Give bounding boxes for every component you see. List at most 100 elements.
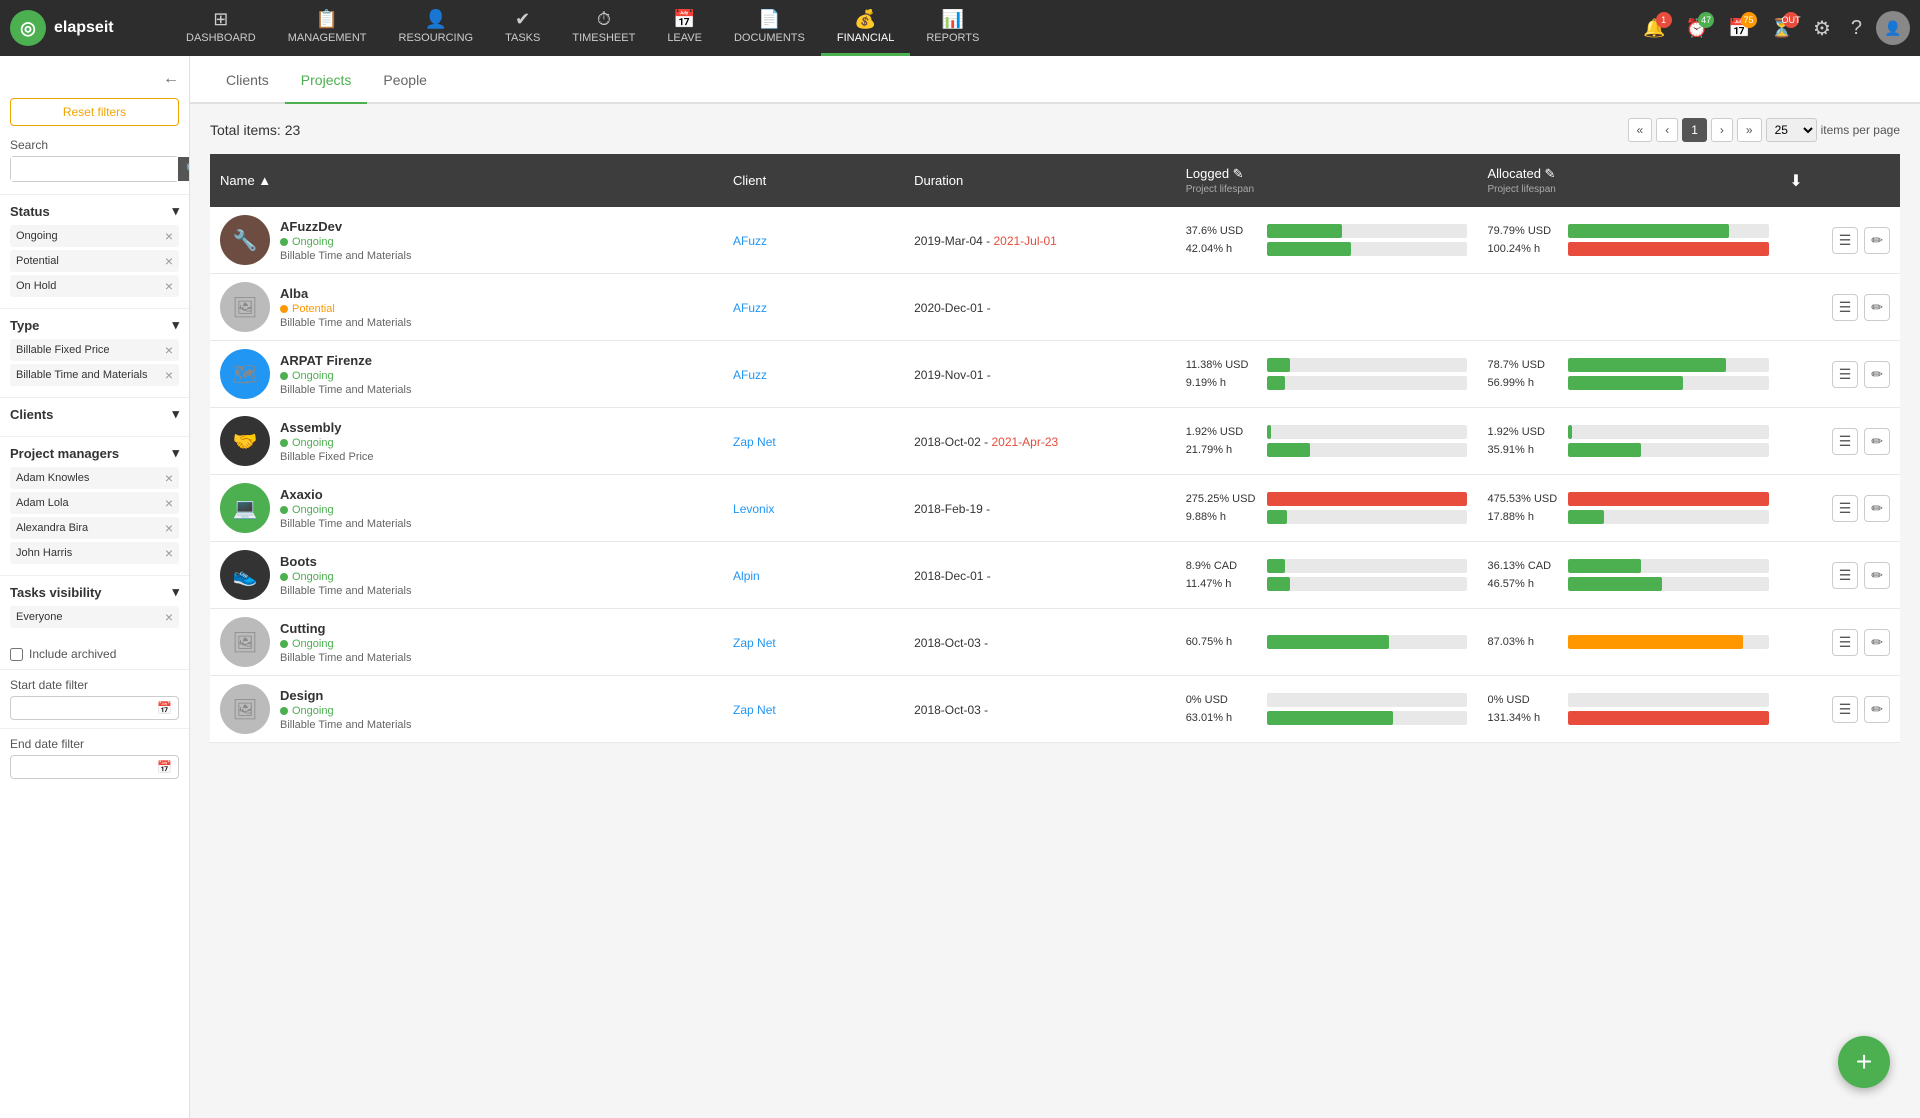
page-next-btn[interactable]: › — [1711, 118, 1733, 142]
project-edit-btn[interactable]: ✏ — [1864, 629, 1890, 656]
help-btn[interactable]: ? — [1845, 11, 1868, 46]
client-link[interactable]: Zap Net — [733, 435, 776, 449]
reports-icon: 📊 — [942, 9, 964, 30]
project-list-btn[interactable]: ☰ — [1832, 428, 1859, 455]
tab-clients[interactable]: Clients — [210, 56, 285, 104]
client-link[interactable]: AFuzz — [733, 234, 767, 248]
client-link[interactable]: Alpin — [733, 569, 760, 583]
search-input[interactable] — [11, 157, 178, 181]
calendar-btn[interactable]: 📅75 — [1722, 12, 1756, 45]
end-date-input[interactable]: 📅 — [10, 755, 179, 779]
start-date-input[interactable]: 📅 — [10, 696, 179, 720]
timer-btn[interactable]: ⏰47 — [1680, 12, 1714, 45]
project-client-cell: AFuzz — [723, 207, 904, 274]
project-type: Billable Time and Materials — [280, 585, 411, 597]
client-link[interactable]: AFuzz — [733, 301, 767, 315]
project-edit-btn[interactable]: ✏ — [1864, 562, 1890, 589]
project-status: Ongoing — [280, 504, 411, 516]
reset-filters-button[interactable]: Reset filters — [10, 98, 179, 126]
project-list-btn[interactable]: ☰ — [1832, 495, 1859, 522]
remove-everyone-btn[interactable]: × — [165, 609, 173, 625]
remove-onhold-btn[interactable]: × — [165, 278, 173, 294]
documents-icon: 📄 — [758, 9, 780, 30]
remove-john-btn[interactable]: × — [165, 545, 173, 561]
app-logo[interactable]: ◎ elapseit — [10, 10, 150, 46]
project-list-btn[interactable]: ☰ — [1832, 294, 1859, 321]
remove-adam-l-btn[interactable]: × — [165, 495, 173, 511]
nav-reports[interactable]: 📊 REPORTS — [910, 0, 995, 56]
project-name: Axaxio — [280, 487, 411, 502]
project-list-btn[interactable]: ☰ — [1832, 696, 1859, 723]
client-link[interactable]: AFuzz — [733, 368, 767, 382]
remove-ongoing-btn[interactable]: × — [165, 228, 173, 244]
project-list-btn[interactable]: ☰ — [1832, 562, 1859, 589]
project-edit-btn[interactable]: ✏ — [1864, 696, 1890, 723]
add-project-fab[interactable]: + — [1838, 1036, 1890, 1088]
project-name: Assembly — [280, 420, 374, 435]
project-thumbnail: 🔧 — [220, 215, 270, 265]
page-1-btn[interactable]: 1 — [1682, 118, 1707, 142]
project-client-cell: Zap Net — [723, 408, 904, 475]
project-edit-btn[interactable]: ✏ — [1864, 227, 1890, 254]
user-avatar[interactable]: 👤 — [1876, 11, 1910, 45]
project-thumbnail: 🖼 — [220, 282, 270, 332]
type-filter-header[interactable]: Type ▾ — [10, 317, 179, 333]
client-link[interactable]: Levonix — [733, 502, 774, 516]
include-archived-checkbox[interactable] — [10, 648, 23, 661]
project-edit-btn[interactable]: ✏ — [1864, 361, 1890, 388]
project-logged-cell: 275.25% USD 9.88% h — [1176, 475, 1478, 542]
tv-filter-header[interactable]: Tasks visibility ▾ — [10, 584, 179, 600]
table-row: 💻 Axaxio Ongoing Billable Time and Mater… — [210, 475, 1900, 542]
download-btn[interactable]: ⬇ — [1789, 171, 1802, 191]
settings-btn[interactable]: ⚙ — [1807, 10, 1837, 47]
remove-potential-btn[interactable]: × — [165, 253, 173, 269]
nav-timesheet[interactable]: ⏱ TIMESHEET — [556, 0, 651, 56]
project-list-btn[interactable]: ☰ — [1832, 361, 1859, 388]
page-prev-btn[interactable]: ‹ — [1656, 118, 1678, 142]
client-link[interactable]: Zap Net — [733, 636, 776, 650]
remove-alex-btn[interactable]: × — [165, 520, 173, 536]
search-button[interactable]: 🔍 — [178, 157, 190, 181]
type-tag-time: Billable Time and Materials × — [10, 364, 179, 386]
remove-adam-k-btn[interactable]: × — [165, 470, 173, 486]
remove-time-btn[interactable]: × — [165, 367, 173, 383]
out-btn[interactable]: ⏳OUT — [1765, 12, 1799, 45]
nav-leave[interactable]: 📅 LEAVE — [651, 0, 718, 56]
status-filter: Status ▾ Ongoing × Potential × On Hold × — [0, 194, 189, 308]
tab-people[interactable]: People — [367, 56, 443, 104]
col-header-name[interactable]: Name ▲ — [210, 154, 723, 207]
remove-fixed-btn[interactable]: × — [165, 342, 173, 358]
col-header-client: Client — [723, 154, 904, 207]
nav-tasks[interactable]: ✔ TASKS — [489, 0, 556, 56]
items-per-page-select[interactable]: 25 50 100 — [1766, 118, 1817, 142]
pm-filter-header[interactable]: Project managers ▾ — [10, 445, 179, 461]
project-name: Design — [280, 688, 411, 703]
status-dot — [280, 506, 288, 514]
project-name-cell: 🖼 Cutting Ongoing Billable Time and Mate… — [210, 609, 723, 676]
tab-projects[interactable]: Projects — [285, 56, 368, 104]
nav-dashboard[interactable]: ⊞ DASHBOARD — [170, 0, 272, 56]
project-allocated-cell: 0% USD 131.34% h — [1477, 676, 1779, 743]
nav-resourcing[interactable]: 👤 RESOURCING — [383, 0, 490, 56]
nav-financial[interactable]: 💰 FINANCIAL — [821, 0, 910, 56]
project-edit-btn[interactable]: ✏ — [1864, 495, 1890, 522]
notifications-btn[interactable]: 🔔1 — [1637, 12, 1671, 45]
page-first-btn[interactable]: « — [1628, 118, 1653, 142]
sidebar-collapse-btn[interactable]: ← — [0, 66, 189, 98]
duration-text: 2018-Oct-02 - 2021-Apr-23 — [914, 435, 1058, 449]
project-edit-btn[interactable]: ✏ — [1864, 428, 1890, 455]
nav-management[interactable]: 📋 MANAGEMENT — [272, 0, 383, 56]
project-list-btn[interactable]: ☰ — [1832, 629, 1859, 656]
project-thumbnail: 🤝 — [220, 416, 270, 466]
project-edit-btn[interactable]: ✏ — [1864, 294, 1890, 321]
nav-documents[interactable]: 📄 DOCUMENTS — [718, 0, 821, 56]
client-link[interactable]: Zap Net — [733, 703, 776, 717]
type-tag-fixed: Billable Fixed Price × — [10, 339, 179, 361]
status-filter-header[interactable]: Status ▾ — [10, 203, 179, 219]
table-info-row: Total items: 23 « ‹ 1 › » 25 50 100 item… — [210, 118, 1900, 142]
project-list-btn[interactable]: ☰ — [1832, 227, 1859, 254]
page-last-btn[interactable]: » — [1737, 118, 1762, 142]
project-duration-cell: 2018-Dec-01 - — [904, 542, 1176, 609]
status-dot — [280, 439, 288, 447]
clients-filter-header[interactable]: Clients ▾ — [10, 406, 179, 422]
